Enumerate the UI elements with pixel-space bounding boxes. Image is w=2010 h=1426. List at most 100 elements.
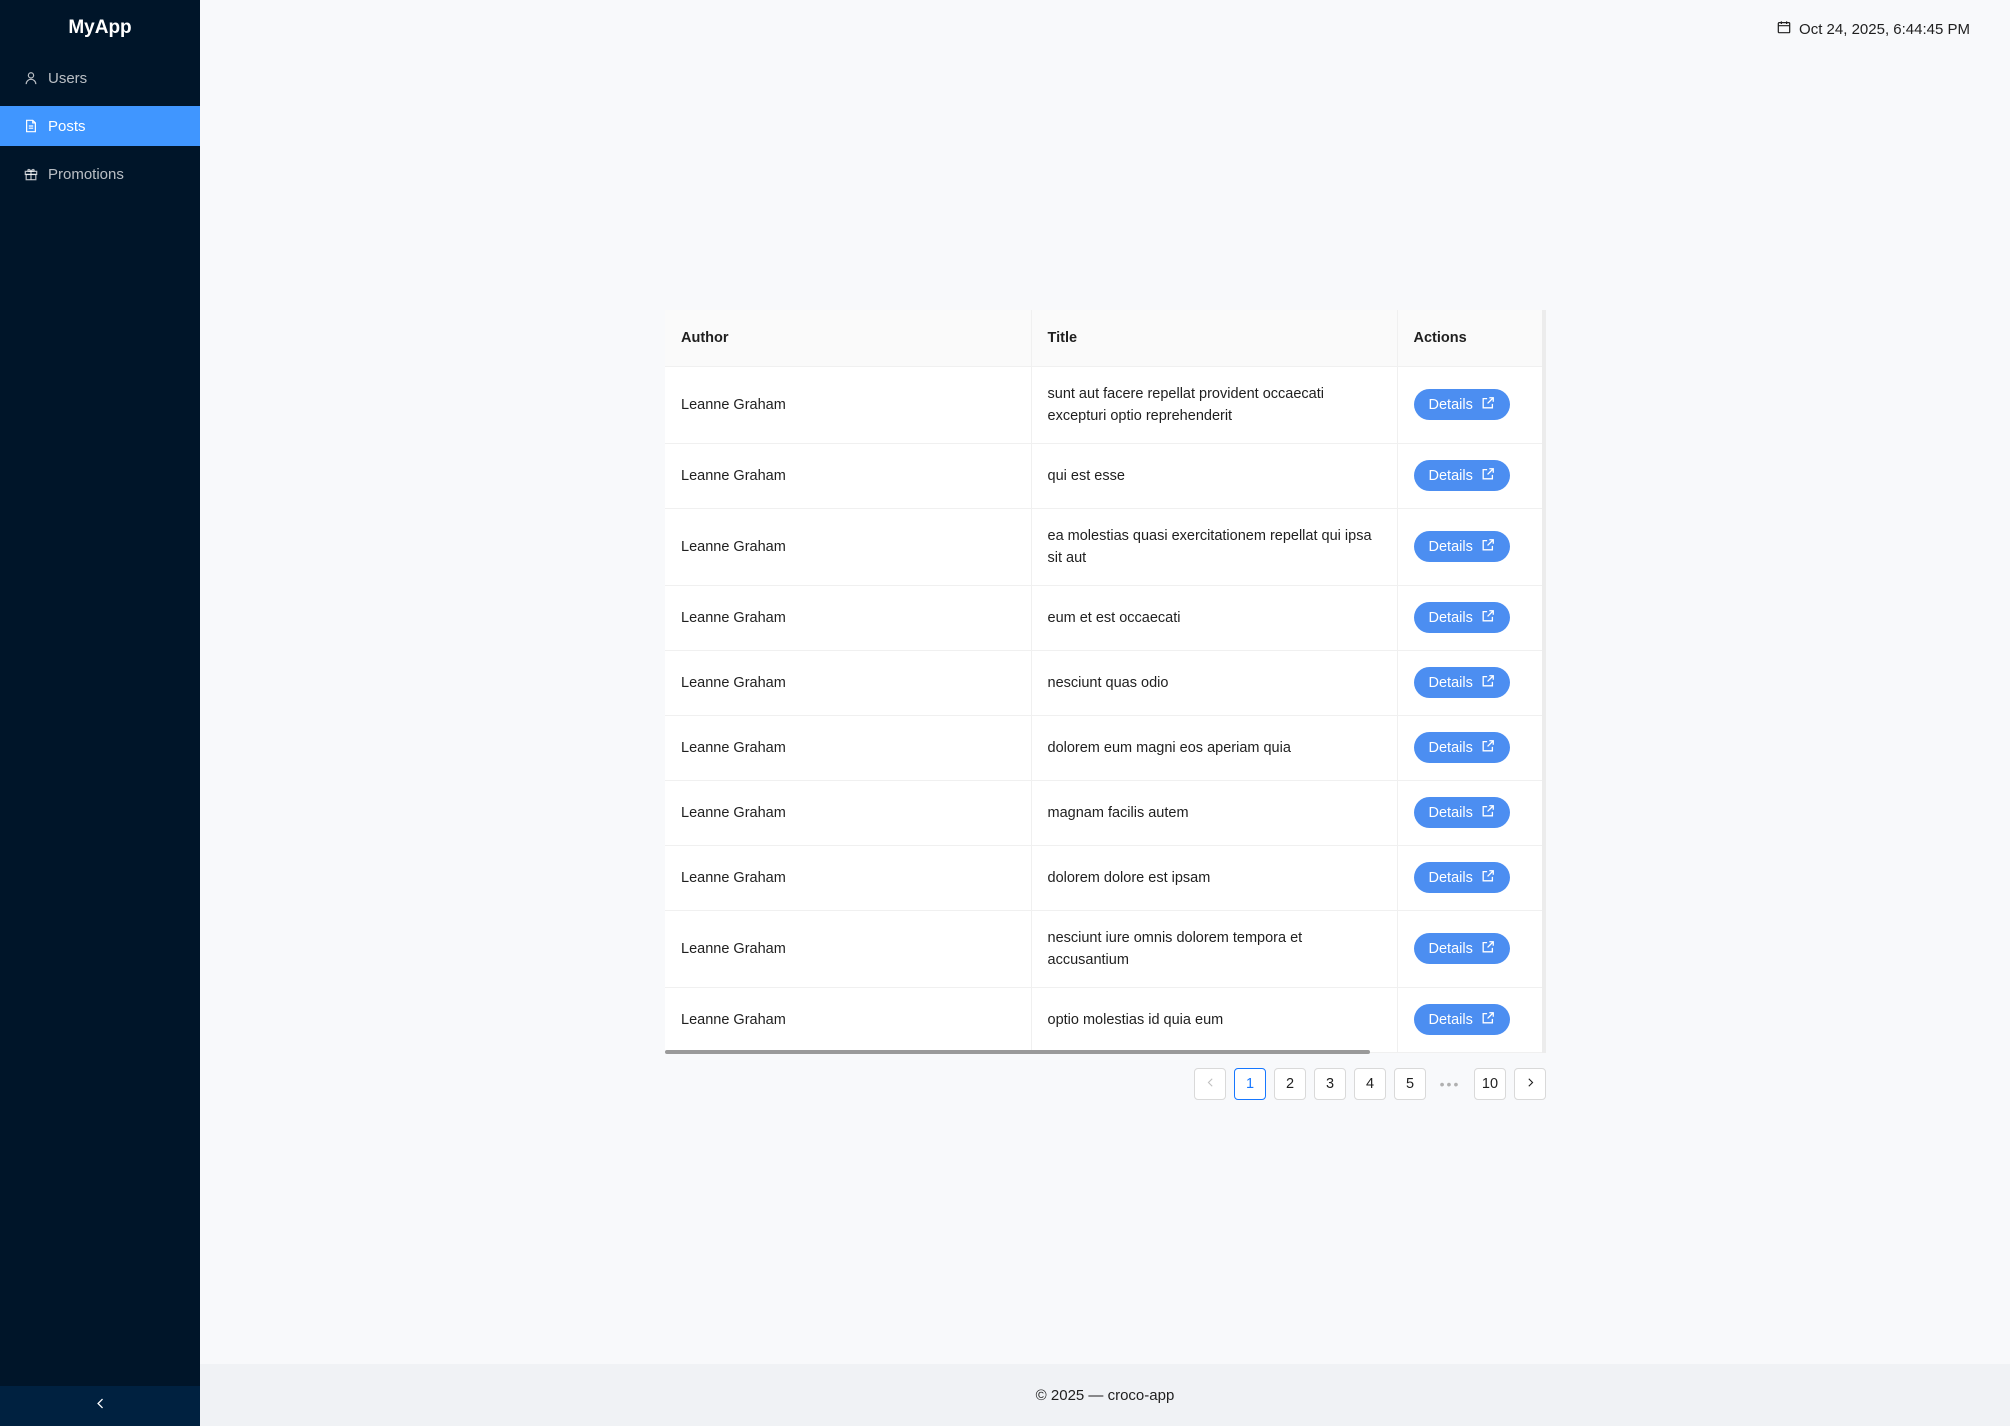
author-cell: Leanne Graham: [665, 366, 1031, 444]
author-cell: Leanne Graham: [665, 780, 1031, 846]
title-cell: eum et est occaecati: [1030, 585, 1397, 651]
external-link-icon: [1473, 940, 1495, 958]
title-cell: nesciunt iure omnis dolorem tempora et a…: [1030, 910, 1397, 988]
column-header-actions: Actions: [1396, 310, 1542, 367]
details-button-label: Details: [1428, 396, 1473, 413]
actions-cell: Details: [1396, 987, 1542, 1053]
calendar-icon: [1777, 20, 1799, 38]
pagination: 1 2 3 4 5 ••• 10: [1186, 1068, 1546, 1100]
author-cell: Leanne Graham: [665, 715, 1031, 781]
author-cell: Leanne Graham: [665, 508, 1031, 586]
actions-cell: Details: [1396, 443, 1542, 509]
title-cell: dolorem eum magni eos aperiam quia: [1030, 715, 1397, 781]
external-link-icon: [1473, 1011, 1495, 1029]
details-button-label: Details: [1428, 804, 1473, 821]
title-cell: ea molestias quasi exercitationem repell…: [1030, 508, 1397, 586]
table-row: Leanne Graham dolorem eum magni eos aperi…: [665, 715, 1542, 781]
author-cell: Leanne Graham: [665, 585, 1031, 651]
pagination-ellipsis[interactable]: •••: [1434, 1068, 1466, 1100]
chevron-left-icon: [94, 1397, 107, 1415]
title-cell: magnam facilis autem: [1030, 780, 1397, 846]
details-button-label: Details: [1428, 674, 1473, 691]
sidebar-menu: Users Posts Promotions: [0, 58, 200, 194]
sidebar-item-label: Posts: [48, 117, 86, 135]
footer-text: © 2025 — croco-app: [1035, 1386, 1175, 1404]
details-button[interactable]: Details: [1413, 602, 1510, 633]
external-link-icon: [1473, 804, 1495, 822]
footer: © 2025 — croco-app: [200, 1364, 2010, 1426]
sidebar-collapse-button[interactable]: [0, 1386, 200, 1426]
details-button[interactable]: Details: [1413, 862, 1510, 893]
actions-cell: Details: [1396, 585, 1542, 651]
page-2-button[interactable]: 2: [1274, 1068, 1306, 1100]
sidebar-item-promotions[interactable]: Promotions: [0, 154, 200, 194]
details-button-label: Details: [1428, 1011, 1473, 1028]
author-cell: Leanne Graham: [665, 443, 1031, 509]
title-cell: nesciunt quas odio: [1030, 650, 1397, 716]
details-button[interactable]: Details: [1413, 389, 1510, 420]
external-link-icon: [1473, 674, 1495, 692]
table-row: Leanne Graham eum et est occaecati Details: [665, 585, 1542, 651]
actions-cell: Details: [1396, 780, 1542, 846]
details-button[interactable]: Details: [1413, 531, 1510, 562]
actions-cell: Details: [1396, 650, 1542, 716]
file-icon: [24, 119, 38, 133]
sidebar-item-label: Users: [48, 69, 88, 87]
external-link-icon: [1473, 538, 1495, 556]
details-button-label: Details: [1428, 869, 1473, 886]
page-10-button[interactable]: 10: [1474, 1068, 1506, 1100]
details-button[interactable]: Details: [1413, 797, 1510, 828]
column-header-author: Author: [665, 310, 1031, 367]
title-cell: optio molestias id quia eum: [1030, 987, 1397, 1053]
page-3-button[interactable]: 3: [1314, 1068, 1346, 1100]
sidebar-item-posts[interactable]: Posts: [0, 106, 200, 146]
sidebar-item-users[interactable]: Users: [0, 58, 200, 98]
details-button-label: Details: [1428, 609, 1473, 626]
current-datetime: Oct 24, 2025, 6:44:45 PM: [1777, 20, 1970, 38]
datetime-text: Oct 24, 2025, 6:44:45 PM: [1799, 20, 1970, 38]
gift-icon: [24, 167, 38, 181]
page-5-button[interactable]: 5: [1394, 1068, 1426, 1100]
chevron-left-icon: [1205, 1076, 1216, 1092]
actions-cell: Details: [1396, 845, 1542, 911]
actions-cell: Details: [1396, 715, 1542, 781]
sidebar: MyApp Users Posts Promotions: [0, 0, 200, 1426]
horizontal-scrollbar[interactable]: [665, 1049, 1370, 1054]
app-logo: MyApp: [68, 17, 132, 38]
table-row: Leanne Graham nesciunt iure omnis dolorem…: [665, 910, 1542, 988]
actions-cell: Details: [1396, 508, 1542, 586]
author-cell: Leanne Graham: [665, 845, 1031, 911]
details-button[interactable]: Details: [1413, 460, 1510, 491]
user-icon: [24, 71, 38, 85]
table-row: Leanne Graham optio molestias id quia eum…: [665, 987, 1542, 1053]
prev-page-button[interactable]: [1194, 1068, 1226, 1100]
chevron-right-icon: [1525, 1076, 1536, 1092]
table-row: Leanne Graham ea molestias quasi exercita…: [665, 508, 1542, 586]
table-row: Leanne Graham magnam facilis autem Details: [665, 780, 1542, 846]
details-button-label: Details: [1428, 739, 1473, 756]
actions-cell: Details: [1396, 366, 1542, 444]
details-button-label: Details: [1428, 538, 1473, 555]
title-cell: qui est esse: [1030, 443, 1397, 509]
column-header-title: Title: [1030, 310, 1397, 367]
external-link-icon: [1473, 467, 1495, 485]
author-cell: Leanne Graham: [665, 650, 1031, 716]
posts-table: Author Title Actions Leanne Graham sunt a…: [665, 310, 1546, 1054]
title-cell: sunt aut facere repellat provident occae…: [1030, 366, 1397, 444]
author-cell: Leanne Graham: [665, 987, 1031, 1053]
details-button[interactable]: Details: [1413, 667, 1510, 698]
actions-cell: Details: [1396, 910, 1542, 988]
table-row: Leanne Graham sunt aut facere repellat pr…: [665, 366, 1542, 444]
external-link-icon: [1473, 739, 1495, 757]
details-button[interactable]: Details: [1413, 933, 1510, 964]
table-header-row: Author Title Actions: [665, 310, 1542, 367]
sidebar-item-label: Promotions: [48, 165, 124, 183]
page-1-button[interactable]: 1: [1234, 1068, 1266, 1100]
page-4-button[interactable]: 4: [1354, 1068, 1386, 1100]
table-row: Leanne Graham qui est esse Details: [665, 443, 1542, 509]
details-button[interactable]: Details: [1413, 732, 1510, 763]
next-page-button[interactable]: [1514, 1068, 1546, 1100]
details-button-label: Details: [1428, 940, 1473, 957]
external-link-icon: [1473, 396, 1495, 414]
details-button[interactable]: Details: [1413, 1004, 1510, 1035]
